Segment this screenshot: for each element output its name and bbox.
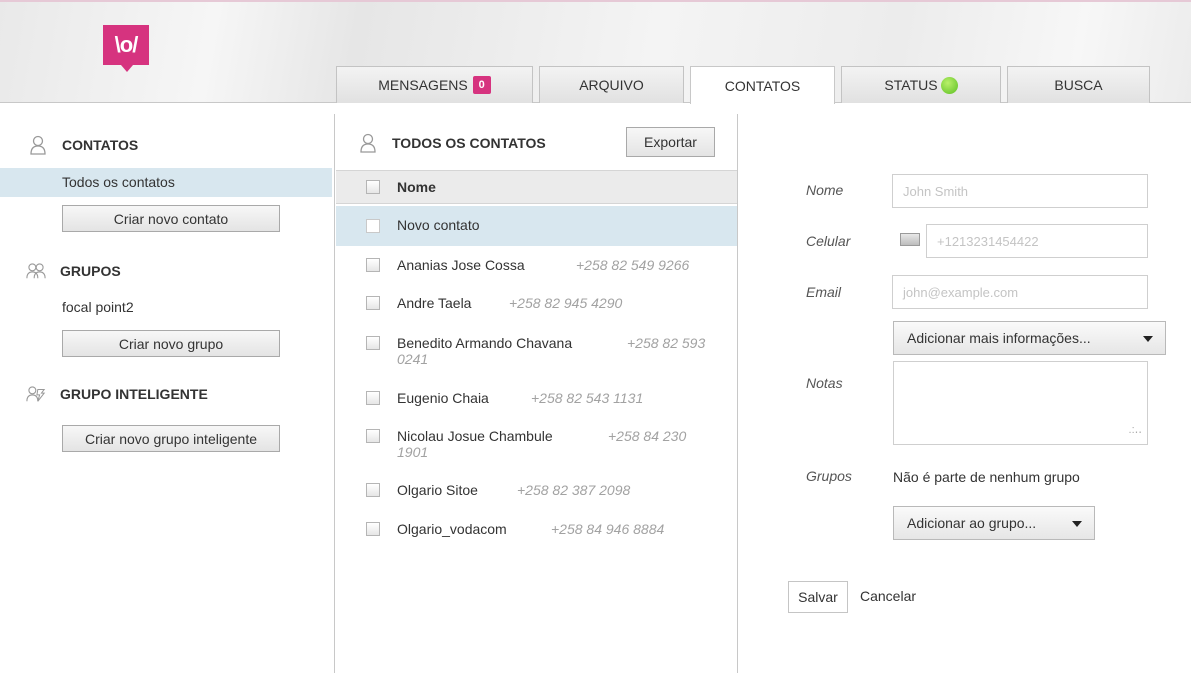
- app-logo[interactable]: \o/: [103, 25, 149, 72]
- app-header: \o/ MENSAGENS 0 ARQUIVO CONTATOS STATUS …: [0, 0, 1191, 104]
- phone-placeholder: +1213231454422: [937, 233, 1039, 249]
- contact-phone: +258 82 387 2098: [517, 482, 631, 498]
- new-contact-checkbox[interactable]: [366, 219, 380, 233]
- column-divider: [334, 114, 335, 673]
- contact-checkbox[interactable]: [366, 258, 380, 272]
- contacts-section-header: CONTATOS: [28, 135, 138, 155]
- logo-text: \o/: [114, 32, 139, 57]
- contact-name: Eugenio Chaia: [397, 390, 489, 406]
- tab-busca[interactable]: BUSCA: [1007, 66, 1150, 103]
- select-all-checkbox[interactable]: [366, 180, 380, 194]
- contact-name: Benedito Armando Chavana: [397, 335, 573, 351]
- chevron-down-icon: [1143, 336, 1153, 342]
- phone-field[interactable]: +1213231454422: [926, 224, 1148, 258]
- tab-contatos[interactable]: CONTATOS: [690, 66, 835, 104]
- smart-group-icon: [26, 384, 46, 404]
- sidebar-item-group[interactable]: focal point2: [62, 299, 134, 315]
- contact-name: Olgario_vodacom: [397, 521, 507, 537]
- tab-label: BUSCA: [1054, 77, 1103, 93]
- contact-checkbox[interactable]: [366, 429, 380, 443]
- person-icon: [358, 133, 378, 153]
- new-contact-label: Novo contato: [397, 217, 480, 233]
- groups-section-header: GRUPOS: [26, 261, 121, 281]
- groups-value: Não é parte de nenhum grupo: [893, 469, 1080, 485]
- contact-phone-continued: 0241: [397, 351, 429, 367]
- phone-label: Celular: [806, 233, 851, 249]
- contact-phone: +258 82 945 4290: [509, 295, 623, 311]
- create-contact-button[interactable]: Criar novo contato: [62, 205, 280, 232]
- column-divider: [737, 114, 738, 673]
- chevron-down-icon: [1072, 521, 1082, 527]
- tab-label: ARQUIVO: [579, 77, 644, 93]
- tab-status[interactable]: STATUS: [841, 66, 1001, 103]
- contact-phone: +258 82 549 9266: [576, 257, 690, 273]
- add-to-group-dropdown[interactable]: Adicionar ao grupo...: [893, 506, 1095, 540]
- contact-checkbox[interactable]: [366, 483, 380, 497]
- email-label: Email: [806, 284, 842, 300]
- smart-group-section-title: GRUPO INTELIGENTE: [60, 386, 208, 402]
- status-online-icon: [940, 76, 958, 94]
- sidebar-item-all-contacts[interactable]: Todos os contatos: [62, 174, 175, 190]
- contact-checkbox[interactable]: [366, 522, 380, 536]
- cancel-link[interactable]: Cancelar: [860, 588, 916, 604]
- smart-group-section-header: GRUPO INTELIGENTE: [26, 384, 208, 404]
- contact-phone-continued: 1901: [397, 444, 429, 460]
- unread-badge: 0: [472, 76, 491, 94]
- name-placeholder: John Smith: [903, 183, 969, 199]
- more-info-label: Adicionar mais informações...: [907, 330, 1091, 346]
- contacts-section-title: CONTATOS: [62, 137, 139, 153]
- tab-arquivo[interactable]: ARQUIVO: [539, 66, 684, 103]
- notes-label: Notas: [806, 375, 843, 391]
- name-label: Nome: [806, 182, 844, 198]
- contact-checkbox[interactable]: [366, 391, 380, 405]
- export-button[interactable]: Exportar: [626, 127, 715, 157]
- email-field[interactable]: john@example.com: [892, 275, 1148, 309]
- contact-checkbox[interactable]: [366, 336, 380, 350]
- country-flag-icon[interactable]: [900, 233, 920, 246]
- contact-name: Olgario Sitoe: [397, 482, 478, 498]
- notes-textarea[interactable]: .:‥: [893, 361, 1148, 445]
- tab-label: MENSAGENS: [378, 77, 468, 93]
- tab-label: CONTATOS: [724, 77, 801, 94]
- create-group-button[interactable]: Criar novo grupo: [62, 330, 280, 357]
- list-title: TODOS OS CONTATOS: [392, 135, 546, 151]
- group-icon: [26, 261, 46, 281]
- list-header-title: TODOS OS CONTATOS: [358, 133, 546, 153]
- contact-phone: +258 84 946 8884: [551, 521, 665, 537]
- more-info-dropdown[interactable]: Adicionar mais informações...: [893, 321, 1166, 355]
- person-icon: [28, 135, 48, 155]
- contact-checkbox[interactable]: [366, 296, 380, 310]
- column-name-header[interactable]: Nome: [397, 179, 436, 195]
- save-button[interactable]: Salvar: [788, 581, 848, 613]
- contact-name: Nicolau Josue Chambule: [397, 428, 553, 444]
- contact-phone: +258 82 593: [627, 335, 706, 351]
- groups-section-title: GRUPOS: [60, 263, 121, 279]
- list-column-header: Nome: [336, 170, 737, 204]
- contact-name: Andre Taela: [397, 295, 472, 311]
- create-smart-group-button[interactable]: Criar novo grupo inteligente: [62, 425, 280, 452]
- tab-label: STATUS: [884, 77, 938, 93]
- contact-name: Ananias Jose Cossa: [397, 257, 525, 273]
- name-field[interactable]: John Smith: [892, 174, 1148, 208]
- contact-phone: +258 84 230: [608, 428, 687, 444]
- contact-phone: +258 82 543 1131: [531, 390, 644, 406]
- tab-mensagens[interactable]: MENSAGENS 0: [336, 66, 533, 103]
- resize-handle-icon[interactable]: .:‥: [1129, 423, 1142, 436]
- new-contact-row[interactable]: Novo contato: [336, 206, 737, 246]
- email-placeholder: john@example.com: [903, 284, 1019, 300]
- groups-label: Grupos: [806, 468, 852, 484]
- add-to-group-label: Adicionar ao grupo...: [907, 515, 1037, 531]
